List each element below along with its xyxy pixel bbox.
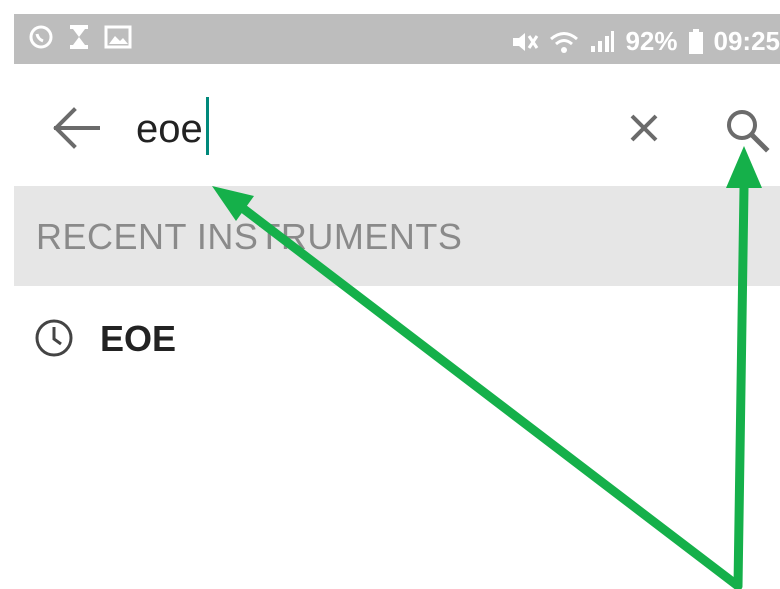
clock-icon [35, 319, 73, 357]
status-bar-left [28, 24, 132, 50]
recent-instruments-header: RECENT INSTRUMENTS [14, 186, 780, 286]
text-cursor [206, 97, 209, 155]
search-toolbar [0, 64, 780, 186]
back-arrow-icon [53, 107, 100, 149]
signal-icon [589, 30, 615, 54]
section-title: RECENT INSTRUMENTS [36, 216, 463, 257]
search-input[interactable] [136, 104, 576, 154]
status-bar: 92% 09:25 [14, 14, 780, 64]
hourglass-icon [68, 24, 90, 50]
status-bar-right: 92% 09:25 [511, 26, 780, 57]
battery-icon [688, 28, 704, 55]
clock-time: 09:25 [713, 26, 780, 56]
mute-icon [511, 30, 539, 54]
back-button[interactable] [50, 106, 102, 150]
list-item-label: EOE [100, 318, 177, 359]
battery-percent: 92% [625, 26, 678, 56]
wifi-icon [549, 30, 579, 54]
clear-button[interactable] [624, 108, 664, 148]
search-icon [727, 110, 770, 153]
list-item[interactable]: EOE [14, 300, 780, 380]
close-icon [630, 114, 658, 142]
search-button[interactable] [722, 106, 774, 156]
image-icon [104, 25, 132, 49]
whatsapp-icon [28, 24, 54, 50]
